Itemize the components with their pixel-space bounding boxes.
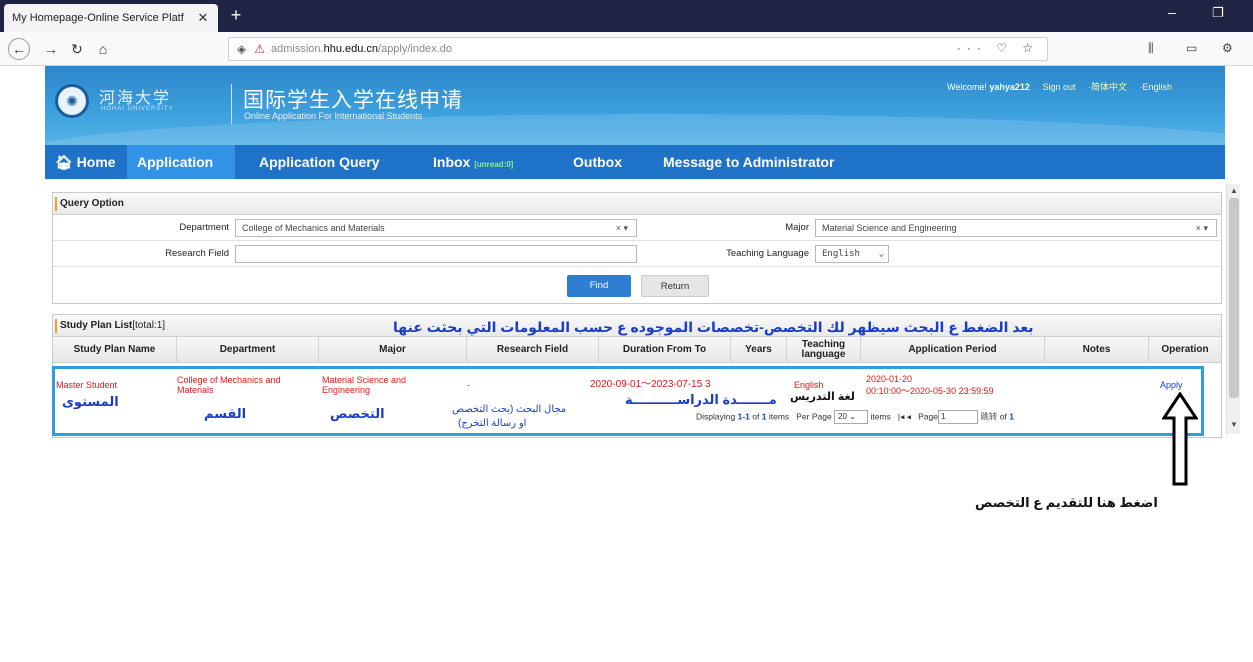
- nav-outbox[interactable]: Outbox: [563, 145, 632, 179]
- unread-count: [unread:0]: [474, 160, 514, 169]
- research-field-input[interactable]: [235, 245, 637, 263]
- search-result-annotation: بعد الضغط ع البحث سيظهر لك التخصص-تخصصات…: [393, 319, 1034, 335]
- department-label: Department: [179, 222, 229, 233]
- col-research-field: Research Field: [467, 337, 599, 363]
- back-icon[interactable]: ←: [8, 38, 30, 60]
- page-actions-icons[interactable]: ··· ♡ ☆: [957, 41, 1039, 55]
- col-notes: Notes: [1045, 337, 1149, 363]
- col-operation: Operation: [1161, 344, 1209, 355]
- teaching-language-select[interactable]: English ⌄: [815, 245, 889, 263]
- home-icon: 🏠︎: [55, 154, 73, 170]
- url-prefix: admission.: [271, 43, 324, 55]
- reload-icon[interactable]: ↻: [66, 39, 88, 59]
- teaching-language-label: Teaching Language: [726, 248, 809, 259]
- maximize-icon[interactable]: ❐: [1212, 5, 1224, 21]
- department-clear-dropdown-icon[interactable]: × ▾: [616, 220, 628, 236]
- major-label: Major: [785, 222, 809, 233]
- row-highlight-box: [52, 366, 1204, 436]
- address-bar[interactable]: ◈ ⚠ admission. hhu.edu.cn/apply/index.do …: [228, 37, 1048, 61]
- library-icon[interactable]: ⫼: [1148, 41, 1154, 56]
- header-divider: [231, 84, 232, 124]
- major-clear-dropdown-icon[interactable]: × ▾: [1196, 220, 1208, 236]
- shield-icon: ◈: [237, 42, 247, 56]
- sign-out-link[interactable]: Sign out: [1042, 82, 1075, 92]
- logo-chinese-name: 河海大学: [99, 88, 172, 107]
- site-title-chinese: 国际学生入学在线申请: [243, 89, 463, 112]
- find-button[interactable]: Find: [567, 275, 631, 297]
- scroll-up-icon[interactable]: ▲: [1230, 186, 1238, 195]
- col-department: Department: [177, 337, 319, 363]
- page-scrollbar[interactable]: ▲ ▼: [1226, 184, 1240, 434]
- col-application-period: Application Period: [861, 337, 1045, 363]
- forward-icon[interactable]: →: [40, 39, 62, 59]
- col-major: Major: [319, 337, 467, 363]
- query-option-title: Query Option: [53, 193, 1221, 215]
- col-years: Years: [731, 337, 787, 363]
- nav-message-admin[interactable]: Message to Administrator: [653, 145, 844, 179]
- nav-application[interactable]: Application: [127, 145, 235, 179]
- header-wave-decoration: [45, 114, 1225, 146]
- lang-english-link[interactable]: ·English: [1140, 82, 1173, 92]
- up-arrow-annotation-icon: [1162, 392, 1198, 486]
- new-tab-button[interactable]: +: [226, 5, 246, 26]
- apply-annotation: اضغط هنا للتقديم ع التخصص: [975, 495, 1158, 510]
- study-plan-table-header: Study Plan Name Department Major Researc…: [53, 337, 1221, 363]
- username: yahya212: [989, 82, 1030, 92]
- site-title-english: Online Application For International Stu…: [244, 111, 423, 121]
- browser-tab-bar: My Homepage-Online Service Platf ✕ + – ❐: [0, 0, 1253, 32]
- minimize-icon[interactable]: –: [1168, 4, 1176, 20]
- nav-inbox[interactable]: Inbox [unread:0]: [423, 145, 523, 179]
- major-value: Material Science and Engineering: [822, 223, 957, 233]
- chevron-down-icon: ⌄: [878, 249, 884, 259]
- query-row-research-language: Research Field Teaching Language English…: [53, 241, 1221, 267]
- department-value: College of Mechanics and Materials: [242, 223, 385, 233]
- url-path: /apply/index.do: [378, 43, 453, 55]
- main-nav: 🏠︎ Home Application Application Query In…: [45, 145, 1225, 179]
- col-teaching-language: Teaching language: [787, 337, 861, 363]
- logo-english-name: HOHAI UNIVERSITY: [101, 106, 174, 112]
- home-icon[interactable]: ⌂: [92, 39, 114, 59]
- lang-chinese-link[interactable]: ·简体中文: [1088, 82, 1127, 92]
- browser-tab[interactable]: My Homepage-Online Service Platf ✕: [4, 4, 218, 32]
- university-logo-icon[interactable]: ✺: [55, 84, 89, 118]
- site-header: ✺ 河海大学 HOHAI UNIVERSITY 国际学生入学在线申请 Onlin…: [45, 66, 1225, 146]
- return-button[interactable]: Return: [641, 275, 709, 297]
- nav-home[interactable]: 🏠︎ Home: [45, 145, 126, 179]
- query-row-dept-major: Department College of Mechanics and Mate…: [53, 215, 1221, 241]
- welcome-bar: Welcome! yahya212 Sign out ·简体中文 ·Englis…: [947, 80, 1172, 93]
- sidebar-icon[interactable]: ▭: [1186, 41, 1197, 55]
- query-option-panel: Query Option Department College of Mecha…: [52, 192, 1222, 304]
- nav-application-query[interactable]: Application Query: [249, 145, 390, 179]
- browser-toolbar: ← → ↻ ⌂ ◈ ⚠ admission. hhu.edu.cn/apply/i…: [0, 32, 1253, 66]
- scroll-down-icon[interactable]: ▼: [1230, 420, 1238, 429]
- close-tab-icon[interactable]: ✕: [196, 10, 210, 26]
- scroll-thumb[interactable]: [1229, 198, 1239, 398]
- major-select[interactable]: Material Science and Engineering × ▾: [815, 219, 1217, 237]
- nav-inbox-label: Inbox: [433, 154, 471, 170]
- nav-home-label: Home: [76, 154, 116, 170]
- insecure-lock-icon[interactable]: ⚠: [254, 42, 265, 56]
- url-domain: hhu.edu.cn: [323, 43, 379, 55]
- department-select[interactable]: College of Mechanics and Materials × ▾: [235, 219, 637, 237]
- welcome-text: Welcome!: [947, 82, 987, 92]
- study-plan-total: [total:1]: [132, 320, 166, 331]
- research-field-label: Research Field: [165, 248, 229, 259]
- col-duration: Duration From To: [599, 337, 731, 363]
- tab-title: My Homepage-Online Service Platf: [12, 12, 184, 24]
- teaching-language-value: English: [822, 249, 860, 259]
- study-plan-title-text: Study Plan List: [60, 320, 133, 331]
- account-icon[interactable]: ⚙: [1222, 41, 1233, 55]
- col-study-plan-name: Study Plan Name: [53, 337, 177, 363]
